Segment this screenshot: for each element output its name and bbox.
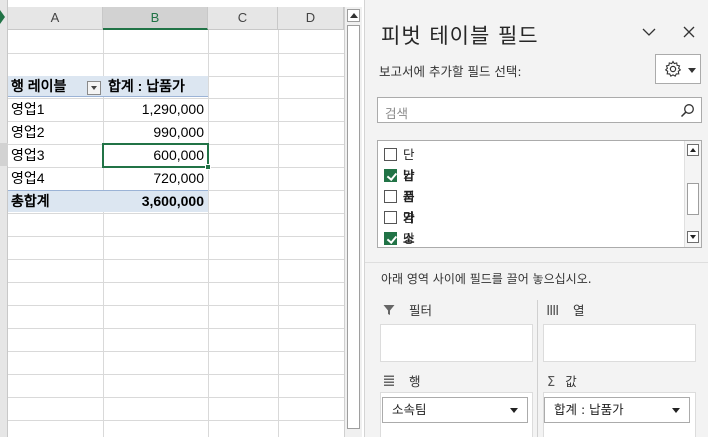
select-all-corner[interactable]: [0, 10, 5, 24]
values-field-pill-label: 합계 : 납품가: [554, 402, 624, 417]
pivot-row-value[interactable]: 720,000: [103, 167, 208, 190]
rows-field-pill-label: 소속팀: [392, 402, 427, 417]
gridline: [8, 305, 344, 306]
columns-area-label: 열: [572, 303, 585, 318]
values-area-header: Σ 값: [547, 373, 577, 391]
dropdown-caret-icon[interactable]: [672, 408, 680, 413]
drag-hint: 아래 영역 사이에 필드를 끌어 놓으십시오.: [381, 272, 592, 286]
sigma-icon: Σ: [547, 375, 556, 390]
caret-down-icon: [688, 68, 696, 73]
gridline: [8, 397, 344, 398]
pane-subtitle: 보고서에 추가할 필드 선택:: [379, 64, 522, 79]
search-placeholder: 검색: [385, 106, 409, 121]
rows-area-label: 행: [408, 374, 421, 389]
scroll-up-arrow-icon[interactable]: [347, 9, 360, 22]
column-header-b[interactable]: B: [103, 7, 208, 30]
scroll-up-arrow-icon[interactable]: [687, 144, 699, 156]
row-header-strip[interactable]: [0, 0, 8, 437]
pivot-value-header[interactable]: 합계 : 납품가: [108, 75, 208, 98]
rows-field-pill[interactable]: 소속팀: [382, 397, 528, 423]
gridline: [8, 351, 344, 352]
active-cell-border: [102, 143, 209, 168]
column-header-c[interactable]: C: [208, 7, 278, 30]
fill-handle[interactable]: [205, 164, 211, 170]
values-field-pill[interactable]: 합계 : 납품가: [544, 397, 690, 423]
column-header-d[interactable]: D: [278, 7, 344, 30]
columns-area-header: 열: [547, 302, 585, 320]
pivot-row-label[interactable]: 영업4: [11, 167, 101, 190]
field-checkbox[interactable]: [384, 169, 397, 182]
scrollbar-thumb[interactable]: [347, 25, 360, 429]
pivot-field-pane: 피벗 테이블 필드 보고서에 추가할 필드 선택: 검색 단가 납품가 지역 담…: [364, 0, 708, 437]
worksheet[interactable]: A B C D 행 레이블 합계 : 납품가 영업1 1,290,000 영업2…: [0, 0, 344, 437]
field-list[interactable]: 단가 납품가 지역 담당자 소속팀: [377, 140, 702, 248]
field-checkbox[interactable]: [384, 211, 397, 224]
rows-icon: [383, 374, 395, 392]
scrollbar-thumb[interactable]: [687, 183, 699, 215]
close-icon[interactable]: [681, 24, 697, 40]
columns-icon: [547, 303, 559, 321]
gridline: [8, 420, 344, 421]
field-list-scrollbar[interactable]: [684, 141, 701, 247]
pivot-row-label-header[interactable]: 행 레이블: [11, 75, 87, 98]
pivot-total-value[interactable]: 3,600,000: [103, 190, 208, 213]
gridline: [8, 374, 344, 375]
filter-drop-zone[interactable]: [380, 324, 533, 362]
area-divider: [537, 300, 538, 437]
pane-title: 피벗 테이블 필드: [381, 24, 539, 48]
gridline: [8, 282, 344, 283]
pane-divider: [365, 262, 708, 263]
gridline: [8, 259, 344, 260]
chevron-down-icon[interactable]: [641, 24, 657, 40]
gridline: [8, 236, 344, 237]
pivot-filter-dropdown-icon[interactable]: [87, 81, 101, 95]
field-checkbox[interactable]: [384, 190, 397, 203]
field-label: 소속팀: [403, 231, 415, 246]
pivot-row-value[interactable]: 990,000: [103, 121, 208, 144]
pivot-row-label[interactable]: 영업2: [11, 121, 101, 144]
pivot-row-label[interactable]: 영업1: [11, 98, 101, 121]
rows-area-header: 행: [383, 373, 421, 391]
pivot-row-value[interactable]: 1,290,000: [103, 98, 208, 121]
column-header-a[interactable]: A: [8, 7, 103, 30]
settings-button[interactable]: [655, 54, 701, 84]
search-icon[interactable]: [680, 103, 695, 122]
gridline: [8, 213, 344, 214]
funnel-icon: [383, 303, 395, 321]
filter-area-label: 필터: [408, 303, 432, 318]
sheet-vertical-scrollbar[interactable]: [344, 7, 362, 437]
scroll-down-arrow-icon[interactable]: [687, 231, 699, 243]
gridline: [8, 53, 344, 54]
field-search-box[interactable]: 검색: [377, 97, 702, 123]
columns-drop-zone[interactable]: [543, 324, 696, 362]
values-area-label: 값: [565, 374, 577, 389]
field-checkbox[interactable]: [384, 148, 397, 161]
gear-icon: [664, 60, 682, 82]
pivot-total-label[interactable]: 총합계: [11, 190, 101, 213]
gridline: [208, 30, 209, 437]
gridline: [8, 328, 344, 329]
dropdown-caret-icon[interactable]: [510, 408, 518, 413]
gridline: [278, 30, 279, 437]
filter-area-header: 필터: [383, 302, 432, 320]
field-checkbox[interactable]: [384, 232, 397, 245]
active-row-marker: [0, 143, 8, 166]
pivot-row-label[interactable]: 영업3: [11, 144, 101, 167]
